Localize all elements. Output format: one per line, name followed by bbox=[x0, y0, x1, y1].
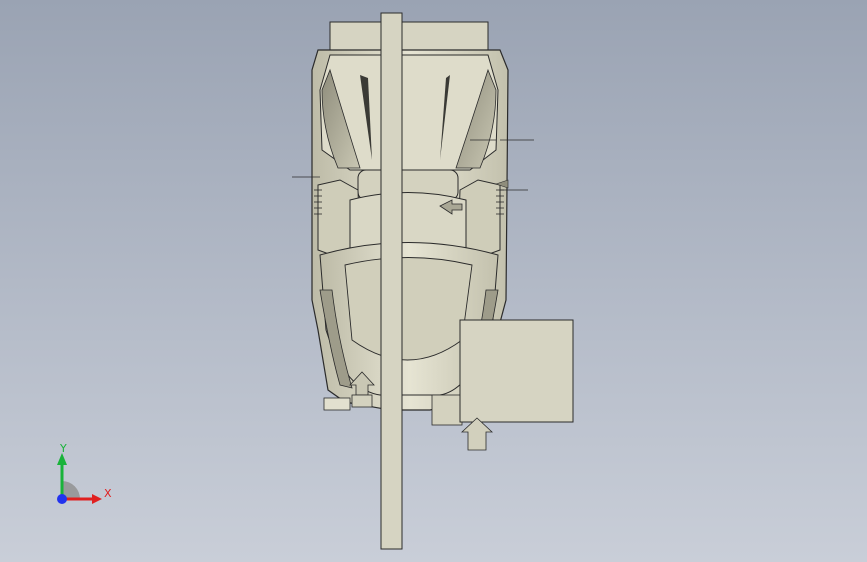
lower-cover bbox=[344, 257, 473, 361]
arrow-marker-box bbox=[460, 417, 494, 451]
coordinate-triad: Y X bbox=[57, 442, 112, 504]
lower-left-block bbox=[351, 394, 373, 408]
vertical-plate bbox=[380, 12, 403, 550]
y-axis-label: Y bbox=[59, 442, 67, 455]
top-mounting-plate bbox=[329, 21, 489, 51]
x-axis-label: X bbox=[104, 487, 112, 500]
z-axis-dot bbox=[57, 494, 67, 504]
3d-model-view[interactable] bbox=[0, 0, 867, 562]
lower-center-block bbox=[431, 394, 463, 426]
x-axis-arrow bbox=[92, 494, 102, 504]
graphics-viewport[interactable]: Y X bbox=[0, 0, 867, 562]
side-box bbox=[459, 319, 574, 423]
lower-left-foot bbox=[323, 397, 351, 411]
